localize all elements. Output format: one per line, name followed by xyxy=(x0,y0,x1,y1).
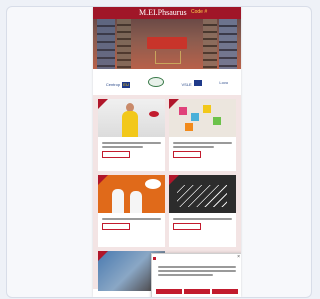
eu-flag-icon: EU xyxy=(122,82,131,88)
card-text xyxy=(98,213,165,233)
card-image xyxy=(98,99,165,137)
card-text xyxy=(98,137,165,161)
partner-logo-3: VSLE xyxy=(181,73,202,91)
article-card[interactable] xyxy=(169,99,236,171)
hero-title xyxy=(147,37,187,49)
corner-ribbon xyxy=(98,251,108,261)
hero-shelf-left-2 xyxy=(117,19,131,69)
text-line xyxy=(173,142,232,144)
corner-ribbon xyxy=(98,175,108,185)
email-header: M.EI.Phsaurus Code # xyxy=(93,7,241,19)
sticky-note xyxy=(213,117,221,125)
text-line xyxy=(158,274,213,276)
partner-logo-4: Lovo xyxy=(219,79,229,85)
hero-shelf-left xyxy=(97,19,115,69)
corner-ribbon xyxy=(98,99,108,109)
partner-logo-1: Centrop EU xyxy=(105,82,131,88)
eu-flag-icon-2 xyxy=(193,80,202,86)
partner-logos: Centrop EU VSLE Lovo xyxy=(93,69,241,95)
text-line xyxy=(158,266,236,268)
sticky-note xyxy=(203,105,211,113)
card-button[interactable] xyxy=(102,151,130,158)
article-card[interactable] xyxy=(98,175,165,247)
card-button[interactable] xyxy=(173,223,201,230)
article-card[interactable] xyxy=(169,175,236,247)
brand-name: M.EI.Phsaurus xyxy=(139,8,187,17)
text-line xyxy=(158,270,236,272)
cookie-text xyxy=(158,264,236,276)
card-text xyxy=(169,213,236,233)
card-image xyxy=(169,175,236,213)
stairs-illustration xyxy=(177,185,227,207)
email-preview[interactable]: M.EI.Phsaurus Code # Centrop EU VSLE Lovo xyxy=(93,7,241,297)
text-line xyxy=(173,218,232,220)
cookie-button-3[interactable] xyxy=(212,289,238,294)
hero-shelf-right-2 xyxy=(203,19,217,69)
person-figure xyxy=(130,191,142,213)
cookie-buttons xyxy=(156,289,238,294)
card-row-1 xyxy=(98,99,236,171)
cart-illustration xyxy=(155,51,181,64)
person-figure xyxy=(122,111,138,137)
hero-shelf-right xyxy=(219,19,237,69)
text-line xyxy=(173,146,215,148)
hero-image xyxy=(93,19,241,69)
card-text xyxy=(169,137,236,161)
card-button[interactable] xyxy=(173,151,201,158)
card-image xyxy=(169,99,236,137)
partner-logo-2 xyxy=(147,77,164,87)
text-line xyxy=(102,218,161,220)
brand-tagline: Code # xyxy=(191,9,208,15)
cloud-icon xyxy=(145,179,161,189)
text-line xyxy=(102,142,161,144)
person-figure xyxy=(112,189,124,213)
article-card[interactable] xyxy=(98,99,165,171)
sticky-note xyxy=(185,123,193,131)
cookie-banner: × xyxy=(151,253,241,297)
corner-ribbon xyxy=(169,99,179,109)
card-row-2 xyxy=(98,175,236,247)
preview-frame: M.EI.Phsaurus Code # Centrop EU VSLE Lovo xyxy=(6,6,312,298)
cookie-button-1[interactable] xyxy=(156,289,182,294)
cookie-logo-icon xyxy=(153,257,156,260)
popcorn-icon xyxy=(149,111,159,117)
corner-ribbon xyxy=(169,175,179,185)
close-icon[interactable]: × xyxy=(237,255,240,260)
text-line xyxy=(102,146,144,148)
card-button[interactable] xyxy=(102,223,130,230)
sticky-note xyxy=(191,113,199,121)
sticky-note xyxy=(179,107,187,115)
card-image xyxy=(98,175,165,213)
cookie-button-2[interactable] xyxy=(184,289,210,294)
